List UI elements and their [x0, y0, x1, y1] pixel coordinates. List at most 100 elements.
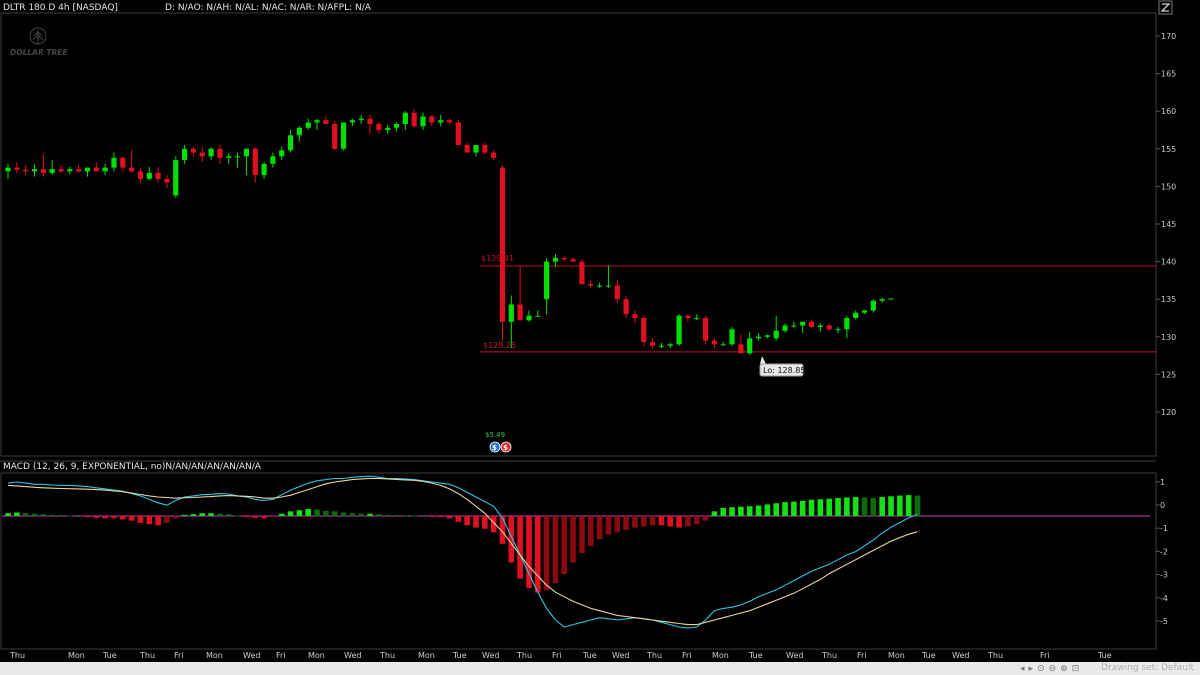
- time-label: Fri: [552, 651, 562, 660]
- time-label: Wed: [952, 651, 969, 660]
- macd-histogram-bar: [234, 515, 241, 517]
- price-tick-label: 120: [1161, 408, 1176, 417]
- macd-tick-label: 0: [1160, 501, 1165, 510]
- macd-histogram-bar: [720, 507, 727, 516]
- time-label: Wed: [612, 651, 629, 660]
- macd-histogram-bar: [225, 514, 232, 516]
- macd-histogram-bar: [181, 514, 188, 516]
- reset-zoom-icon[interactable]: ⊙: [1037, 664, 1045, 674]
- expand-icon[interactable]: [1158, 0, 1173, 15]
- macd-histogram-bar: [411, 515, 417, 517]
- macd-histogram-bar: [84, 516, 91, 518]
- price-tick-label: 135: [1161, 295, 1176, 304]
- macd-histogram-bar: [852, 496, 859, 516]
- time-label: Mon: [418, 651, 435, 660]
- macd-tick-label: -5: [1160, 617, 1168, 626]
- time-label: Tue: [582, 651, 597, 660]
- macd-histogram-bar: [261, 516, 267, 519]
- macd-histogram-bar: [376, 514, 382, 516]
- macd-histogram-bar: [897, 495, 903, 516]
- zoom-controls[interactable]: ◂ ▸ ⊙ ⊖ ⊕ ⊡: [1020, 662, 1079, 675]
- macd-histogram-bar: [702, 516, 709, 521]
- time-label: Fri: [174, 651, 184, 660]
- macd-histogram-bar: [190, 514, 197, 516]
- macd-histogram-bar: [128, 516, 135, 521]
- macd-histogram-bar: [817, 499, 824, 516]
- quote-readout: D: N/AO: N/AH: N/AL: N/AC: N/AR: N/AFPL:…: [165, 3, 372, 13]
- macd-histogram-bar: [14, 512, 20, 516]
- time-label: Tue: [748, 651, 763, 660]
- time-label: Tue: [102, 651, 117, 660]
- scroll-left-icon[interactable]: ◂: [1020, 664, 1025, 674]
- macd-label: MACD (12, 26, 9, EXPONENTIAL, no)N/AN/AN…: [3, 462, 262, 472]
- macd-histogram-bar: [31, 513, 38, 516]
- macd-histogram-bar: [729, 507, 735, 516]
- macd-histogram-bar: [314, 509, 320, 516]
- macd-histogram-bar: [587, 516, 594, 547]
- time-label: Tue: [1097, 651, 1112, 660]
- candle: [579, 259, 585, 285]
- macd-histogram-bar: [782, 502, 788, 516]
- macd-histogram-bar: [473, 516, 479, 528]
- time-label: Wed: [482, 651, 499, 660]
- macd-histogram-bar: [579, 516, 585, 554]
- macd-tick-label: 1: [1160, 478, 1165, 487]
- macd-histogram-bar: [676, 516, 682, 528]
- macd-histogram-bar: [119, 516, 126, 520]
- macd-histogram-bar: [746, 506, 753, 516]
- candle: [729, 327, 735, 346]
- macd-histogram-bar: [296, 510, 303, 516]
- macd-histogram-bar: [111, 516, 117, 519]
- price-tick-label: 150: [1161, 182, 1176, 191]
- macd-histogram-bar: [508, 516, 515, 563]
- candle: [455, 120, 461, 146]
- macd-histogram-bar: [199, 513, 206, 516]
- drawing-set-status[interactable]: Drawing set: Default: [1101, 663, 1194, 673]
- macd-histogram-bar: [358, 513, 364, 516]
- macd-histogram-bar: [349, 513, 356, 516]
- macd-histogram-bar: [888, 496, 894, 516]
- macd-histogram-bar: [570, 516, 576, 563]
- symbol-label: DLTR 180 D 4h [NASDAQ]: [3, 3, 118, 13]
- macd-histogram-bar: [429, 516, 435, 517]
- macd-histogram-bar: [632, 516, 638, 528]
- macd-histogram-bar: [217, 513, 223, 516]
- macd-histogram-bar: [67, 515, 73, 517]
- macd-histogram-bar: [711, 511, 718, 516]
- macd-histogram-bar: [164, 516, 170, 523]
- time-label: Thu: [516, 651, 532, 660]
- macd-histogram-bar: [208, 513, 214, 516]
- price-tick-label: 140: [1161, 258, 1176, 267]
- macd-histogram-bar: [137, 516, 144, 523]
- macd-histogram-bar: [649, 516, 656, 526]
- time-label: Mon: [308, 651, 325, 660]
- macd-histogram-bar: [22, 513, 29, 516]
- price-tick-label: 170: [1161, 32, 1176, 41]
- time-label: Mon: [712, 651, 729, 660]
- macd-histogram-bar: [561, 516, 568, 574]
- macd-histogram-bar: [49, 514, 55, 516]
- macd-histogram-bar: [808, 499, 815, 516]
- macd-histogram-bar: [278, 513, 285, 516]
- time-label: Thu: [646, 651, 662, 660]
- macd-histogram-bar: [738, 506, 744, 516]
- zoom-in-icon[interactable]: ⊕: [1060, 664, 1068, 674]
- candle: [499, 165, 506, 341]
- price-tick-label: 160: [1161, 107, 1176, 116]
- macd-histogram-bar: [914, 495, 921, 516]
- macd-histogram-bar: [517, 516, 523, 579]
- price-tick-label: 165: [1161, 70, 1176, 79]
- macd-histogram-bar: [844, 497, 850, 516]
- scroll-right-icon[interactable]: ▸: [1029, 664, 1034, 674]
- macd-histogram-bar: [799, 500, 806, 516]
- macd-tick-label: -2: [1160, 547, 1168, 556]
- time-label: Fri: [276, 651, 286, 660]
- zoom-box-icon[interactable]: ⊡: [1072, 664, 1080, 674]
- macd-histogram-bar: [667, 516, 674, 527]
- macd-tick-label: -1: [1160, 524, 1168, 533]
- chart-stage[interactable]: DLTR 180 D 4h [NASDAQ] D: N/AO: N/AH: N/…: [0, 0, 1200, 675]
- macd-histogram-bar: [5, 513, 11, 516]
- zoom-out-icon[interactable]: ⊖: [1049, 664, 1057, 674]
- svg-text:Lo: 128.85: Lo: 128.85: [763, 366, 805, 375]
- time-label: Mon: [888, 651, 905, 660]
